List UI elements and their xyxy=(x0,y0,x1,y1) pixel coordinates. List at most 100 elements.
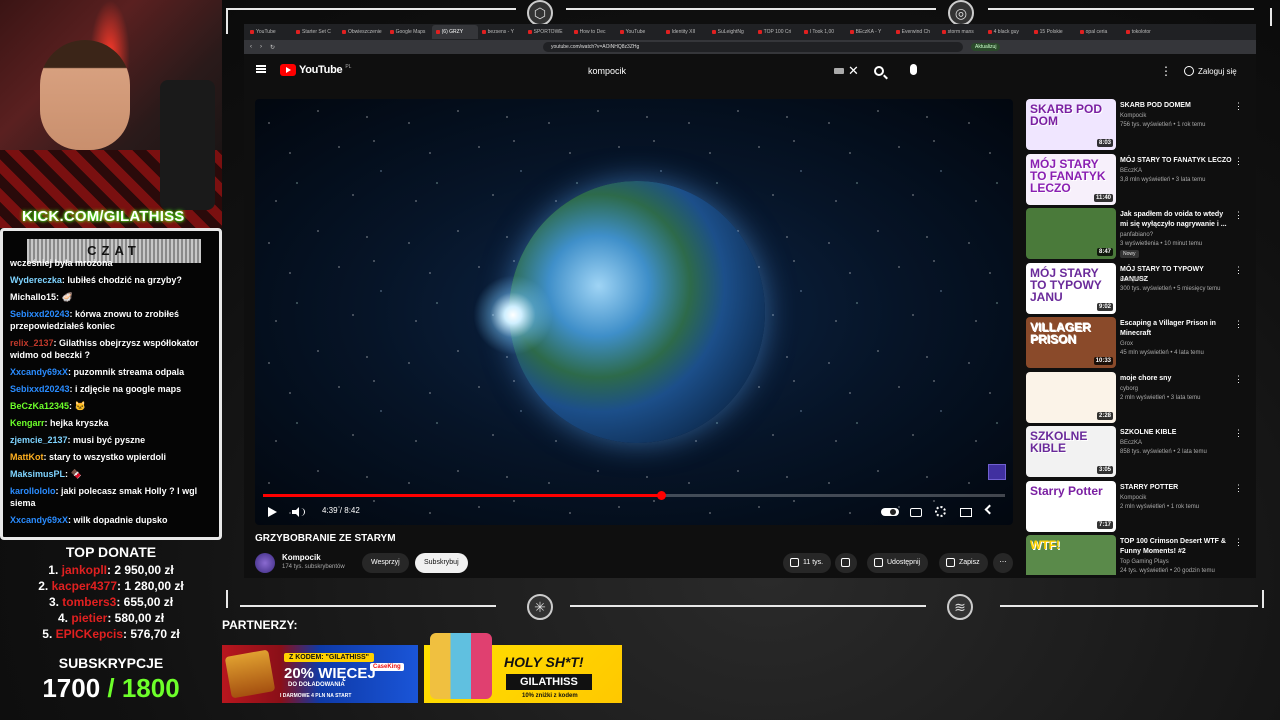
video-player[interactable]: 4:39 / 8:42 xyxy=(255,99,1013,525)
recommendation-channel[interactable]: Kompocik xyxy=(1120,495,1146,501)
browser-tab[interactable]: Starter Set C xyxy=(292,25,338,39)
settings-gear-icon[interactable] xyxy=(935,506,946,517)
recommendation-channel[interactable]: BEczKA xyxy=(1120,168,1142,174)
recommendation-item[interactable]: MÓJ STARY TO TYPOWY JANU 9:02 MÓJ STARY TO… xyxy=(1026,262,1252,315)
forward-icon[interactable]: › xyxy=(260,44,262,50)
recommendation-thumbnail[interactable]: 8:47 xyxy=(1026,208,1116,259)
search-input[interactable]: kompocik xyxy=(580,62,860,80)
recommendation-title[interactable]: Escaping a Villager Prison in Minecraft xyxy=(1120,319,1232,339)
recommendation-title[interactable]: SKARB POD DOMEM xyxy=(1120,101,1232,111)
recommendation-item[interactable]: SZKOLNE KIBLE 3:05 SZKOLNE KIBLE BEczKA 858 … xyxy=(1026,426,1252,478)
hamburger-menu-icon[interactable] xyxy=(256,65,266,73)
recommendation-channel[interactable]: Kompocik xyxy=(1120,277,1146,283)
voice-search-icon[interactable] xyxy=(910,64,917,75)
keyboard-icon[interactable] xyxy=(834,68,844,74)
channel-watermark[interactable] xyxy=(988,464,1006,480)
volume-icon[interactable] xyxy=(292,507,305,517)
browser-tab[interactable]: SuLeightNg xyxy=(708,25,754,39)
recommendation-title[interactable]: TOP 100 Crimson Desert WTF & Funny Momen… xyxy=(1120,537,1232,557)
recommendation-menu-icon[interactable]: ⋮ xyxy=(1234,483,1243,494)
recommendation-thumbnail[interactable]: SZKOLNE KIBLE 3:05 xyxy=(1026,426,1116,477)
chat-username[interactable]: MaksimusPL xyxy=(10,469,65,479)
browser-tab[interactable]: (6) GRZY xyxy=(431,25,478,39)
subtitles-icon[interactable] xyxy=(910,508,922,517)
browser-tab[interactable]: How to Dec xyxy=(570,25,616,39)
channel-avatar[interactable] xyxy=(255,553,275,573)
chat-username[interactable]: Xxcandy69xX xyxy=(10,367,68,377)
fullscreen-icon[interactable] xyxy=(984,504,995,515)
recommendation-menu-icon[interactable]: ⋮ xyxy=(1234,374,1243,385)
recommendation-thumbnail[interactable]: WTF! xyxy=(1026,535,1116,575)
recommendation-thumbnail[interactable]: VILLAGER PRISON 10:33 xyxy=(1026,317,1116,368)
play-icon[interactable] xyxy=(268,507,277,517)
recommendation-item[interactable]: 8:47 Jak spadłem do voida to wtedy mi się… xyxy=(1026,208,1252,260)
browser-tab[interactable]: YouTube xyxy=(616,25,662,39)
browser-tab[interactable]: bezsens - Y xyxy=(478,25,524,39)
chat-username[interactable]: Sebixxd20243 xyxy=(10,309,70,319)
recommendation-channel[interactable]: panfabiano? xyxy=(1120,232,1153,238)
dislike-button[interactable] xyxy=(835,553,857,573)
browser-tab[interactable]: I Took 1,00 xyxy=(800,25,846,39)
recommendation-item[interactable]: Starry Potter 7:17 STARRY POTTER Kompocik 2 … xyxy=(1026,480,1252,533)
subscribe-button[interactable]: Subskrybuj xyxy=(415,553,468,573)
like-button[interactable]: 11 tys. xyxy=(783,553,832,573)
share-button[interactable]: Udostępnij xyxy=(867,553,929,573)
recommendation-channel[interactable]: cyborg xyxy=(1120,386,1138,392)
support-button[interactable]: Wesprzyj xyxy=(362,553,409,573)
recommendation-title[interactable]: SZKOLNE KIBLE xyxy=(1120,428,1232,438)
recommendation-item[interactable]: 2:28 moje chore sny cyborg 2 mln wyświetleń… xyxy=(1026,371,1252,424)
browser-tab[interactable]: Identity XII xyxy=(662,25,708,39)
recommendation-title[interactable]: moje chore sny xyxy=(1120,374,1232,384)
back-icon[interactable]: ‹ xyxy=(250,44,252,50)
browser-tab[interactable]: opal ceria xyxy=(1076,25,1122,39)
browser-tab[interactable]: BEczKA - Y xyxy=(846,25,892,39)
progress-bar[interactable] xyxy=(263,491,1005,500)
clear-search-icon[interactable]: ✕ xyxy=(848,62,859,80)
sign-in-button[interactable]: Zaloguj się xyxy=(1180,62,1243,80)
chat-username[interactable]: zjemcie_2137 xyxy=(10,435,68,445)
recommendation-channel[interactable]: Top Gaming Plays xyxy=(1120,559,1169,565)
recommendation-item[interactable]: MÓJ STARY TO FANATYK LECZO 11:40 MÓJ STARY… xyxy=(1026,153,1252,206)
browser-tab[interactable]: 4 black guy xyxy=(984,25,1030,39)
browser-tab[interactable]: Obwieszczenie xyxy=(338,25,386,39)
chat-username[interactable]: MattKot xyxy=(10,452,44,462)
chat-username[interactable]: Xxcandy69xX xyxy=(10,515,68,525)
chat-username[interactable]: Wydereczka xyxy=(10,275,62,285)
recommendation-thumbnail[interactable]: SKARB POD DOM 8:03 xyxy=(1026,99,1116,150)
chat-username[interactable]: Kengarr xyxy=(10,418,45,428)
browser-tab[interactable]: 15 Polskie xyxy=(1030,25,1076,39)
browser-tab[interactable]: storm mans xyxy=(938,25,984,39)
chat-username[interactable]: Michallo15 xyxy=(10,292,56,302)
url-field[interactable]: youtube.com/watch?v=AOiNHQ8z3ZHg xyxy=(543,42,964,52)
recommendation-item[interactable]: VILLAGER PRISON 10:33 Escaping a Villager … xyxy=(1026,317,1252,369)
update-button[interactable]: Aktualizuj xyxy=(971,43,1001,51)
save-button[interactable]: Zapisz xyxy=(939,553,988,573)
chat-username[interactable]: Sebixxd20243 xyxy=(10,384,70,394)
recommendation-thumbnail[interactable]: 2:28 xyxy=(1026,371,1116,423)
channel-name[interactable]: Kompocik xyxy=(282,553,321,562)
recommendation-title[interactable]: STARRY POTTER xyxy=(1120,483,1232,493)
recommendation-item[interactable]: SKARB POD DOM 8:03 SKARB POD DOMEM Kompocik… xyxy=(1026,99,1252,151)
recommendation-thumbnail[interactable]: MÓJ STARY TO FANATYK LECZO 11:40 xyxy=(1026,153,1116,205)
browser-tab[interactable]: Everwind Ch xyxy=(892,25,938,39)
recommendation-thumbnail[interactable]: Starry Potter 7:17 xyxy=(1026,480,1116,532)
search-icon[interactable] xyxy=(874,66,884,76)
recommendation-menu-icon[interactable]: ⋮ xyxy=(1234,265,1243,276)
recommendation-thumbnail[interactable]: MÓJ STARY TO TYPOWY JANU 9:02 xyxy=(1026,262,1116,314)
recommendation-menu-icon[interactable]: ⋮ xyxy=(1234,537,1243,548)
browser-tab[interactable]: SPORTOWE xyxy=(524,25,570,39)
recommendation-title[interactable]: MÓJ STARY TO FANATYK LECZO xyxy=(1120,156,1232,166)
chat-username[interactable]: karollololo xyxy=(10,486,56,496)
browser-tab[interactable]: Google Maps xyxy=(386,25,432,39)
reload-icon[interactable]: ↻ xyxy=(270,44,275,51)
recommendation-menu-icon[interactable]: ⋮ xyxy=(1234,428,1243,439)
recommendation-channel[interactable]: Grox xyxy=(1120,341,1133,347)
chat-username[interactable]: relix_2137 xyxy=(10,338,54,348)
browser-tab[interactable]: TOP 100 Cri xyxy=(754,25,800,39)
browser-tab[interactable]: YouTube xyxy=(246,25,292,39)
browser-tab[interactable]: tokolotor xyxy=(1122,25,1168,39)
recommendation-title[interactable]: Jak spadłem do voida to wtedy mi się wył… xyxy=(1120,210,1232,230)
recommendation-menu-icon[interactable]: ⋮ xyxy=(1234,319,1243,330)
recommendation-menu-icon[interactable]: ⋮ xyxy=(1234,101,1243,112)
chat-username[interactable]: BeCzKa12345 xyxy=(10,401,69,411)
